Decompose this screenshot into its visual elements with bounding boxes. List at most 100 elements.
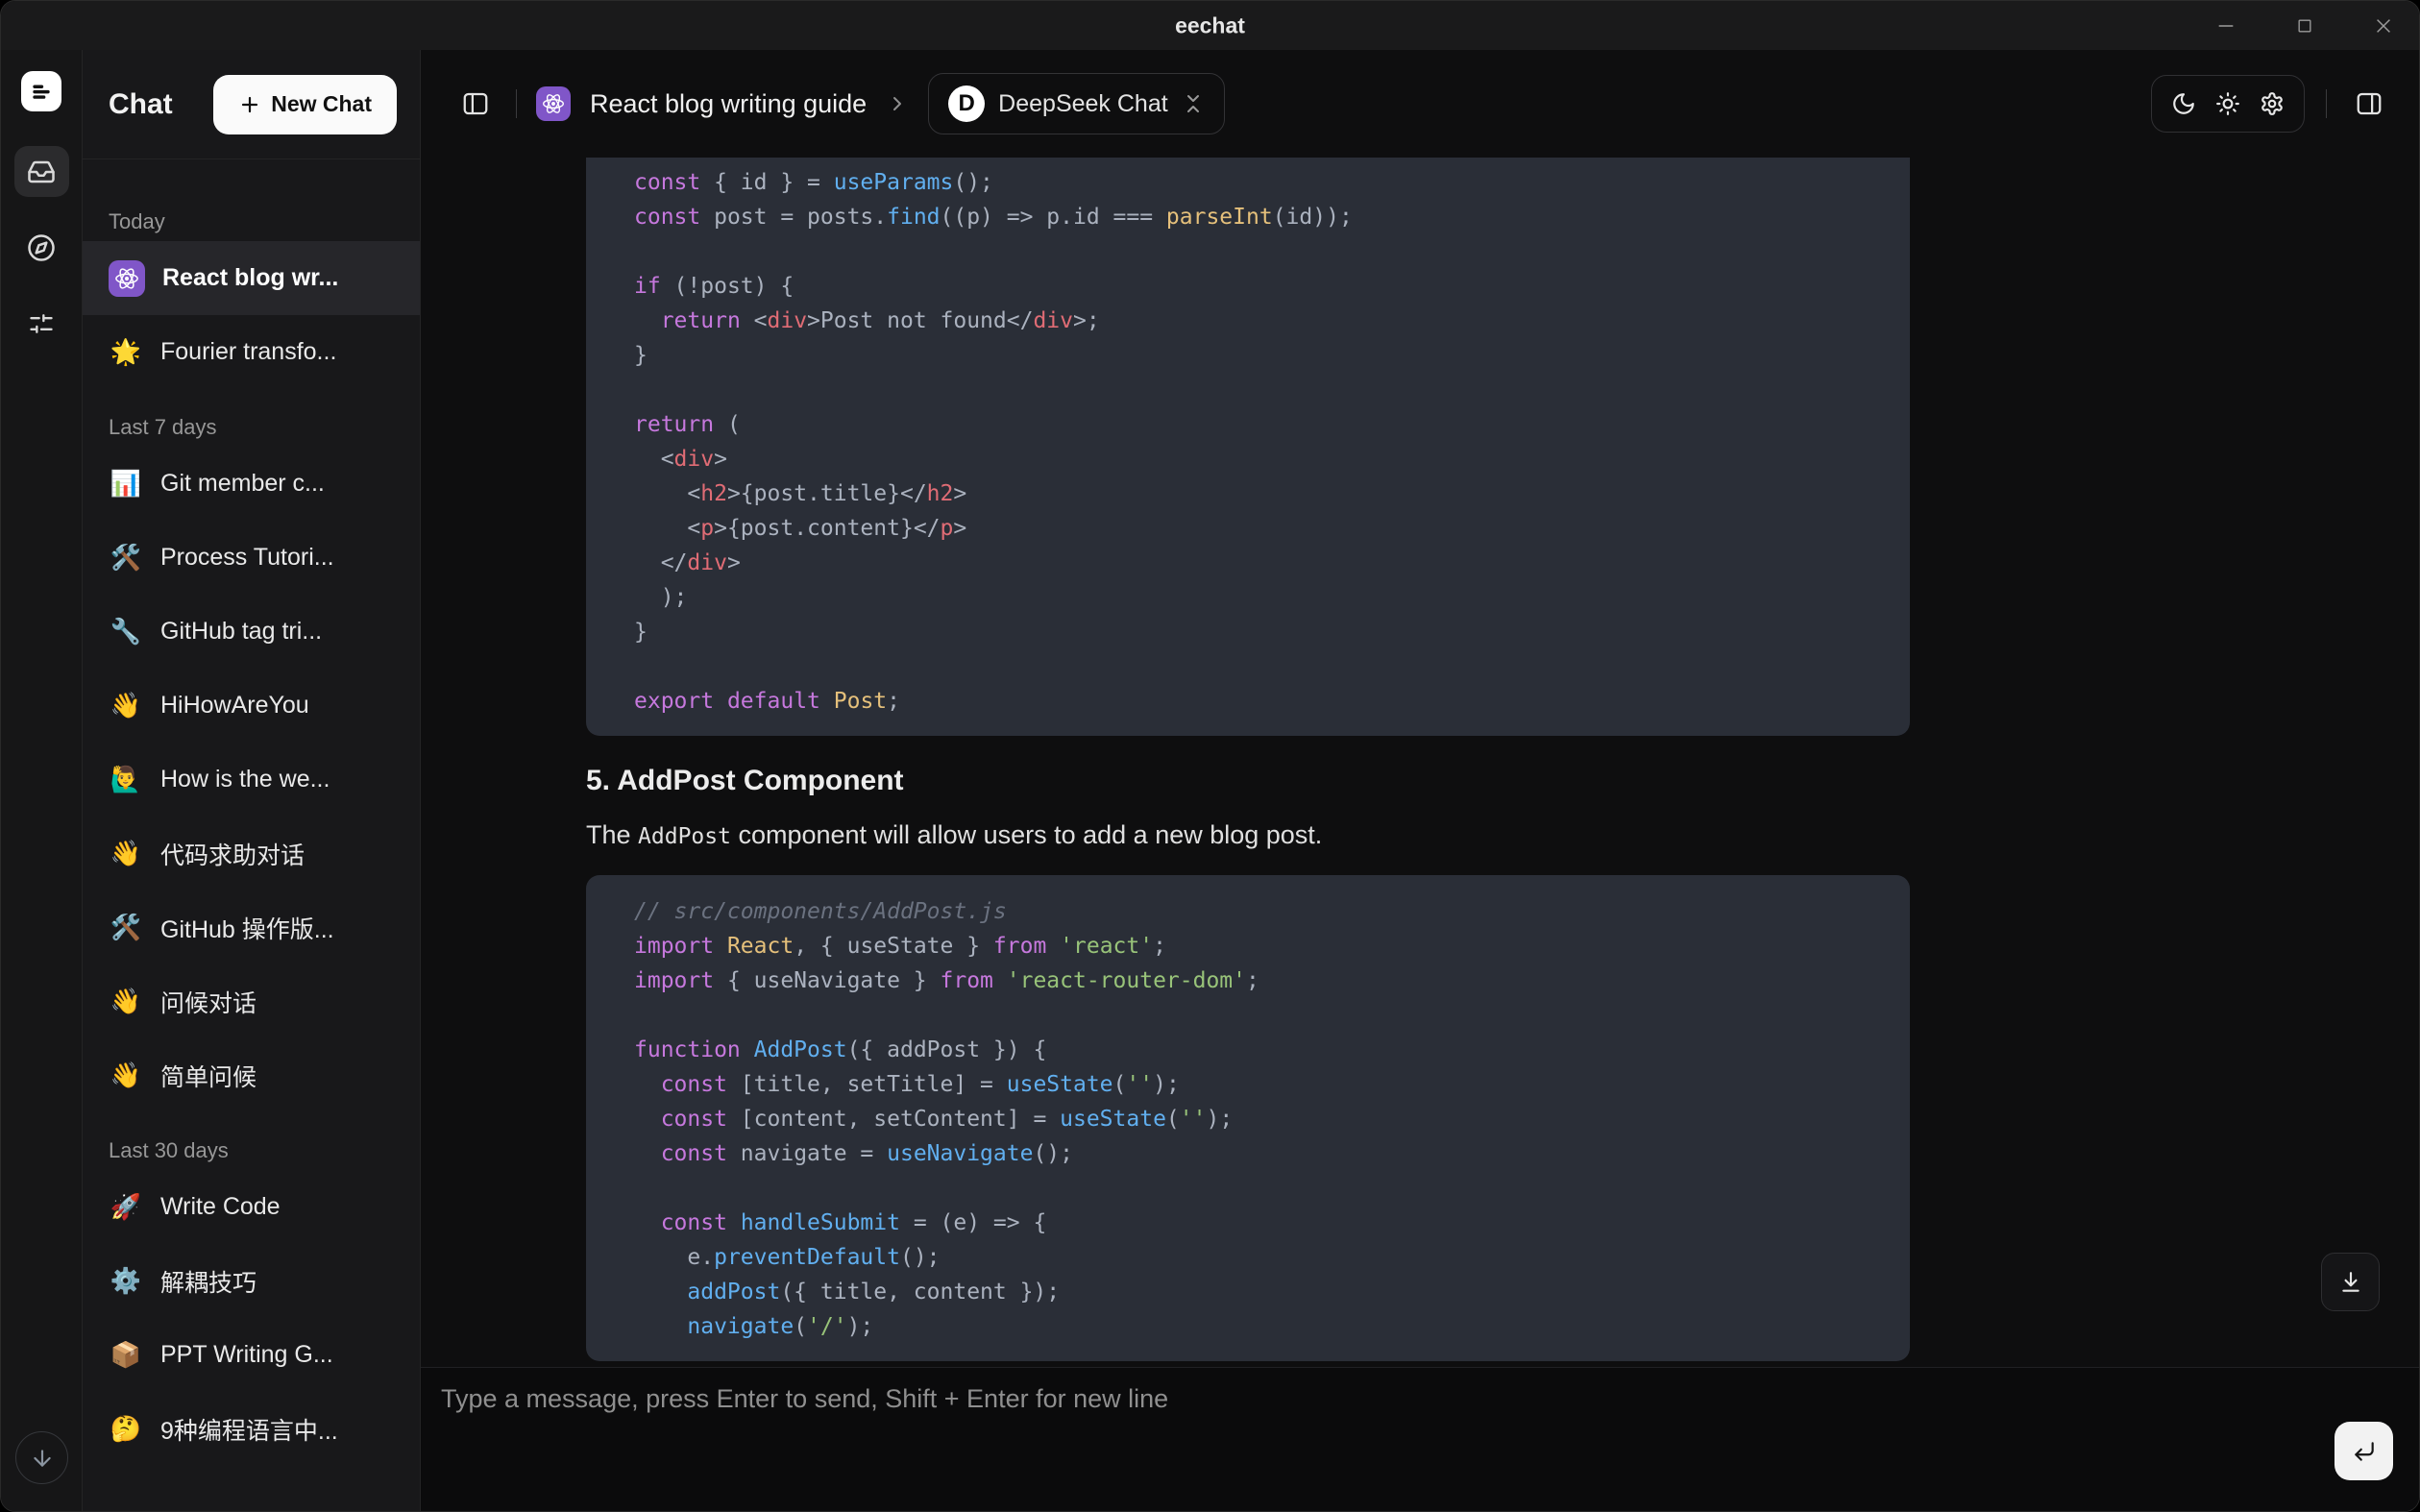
chat-item-label: GitHub tag tri... bbox=[160, 618, 322, 646]
chat-item-label: Git member c... bbox=[160, 470, 325, 498]
assistant-message: const { id } = useParams();const post = … bbox=[586, 158, 1910, 1361]
light-mode-button[interactable] bbox=[2206, 82, 2250, 126]
chat-item-decoupling[interactable]: ⚙️ 解耦技巧 bbox=[83, 1244, 420, 1318]
close-icon bbox=[2373, 15, 2394, 37]
message-input[interactable] bbox=[441, 1381, 2266, 1495]
app-body: Chat New Chat Today React blog wr... 🌟 F… bbox=[1, 50, 2419, 1511]
chevrons-down-up-icon bbox=[1182, 92, 1205, 115]
main-panel: React blog writing guide D DeepSeek Chat bbox=[421, 50, 2419, 1511]
chat-item-emoji: ⚙️ bbox=[109, 1266, 143, 1296]
model-name: DeepSeek Chat bbox=[998, 90, 1168, 118]
chat-item-label: React blog wr... bbox=[162, 264, 338, 292]
chat-item-process-tutorial[interactable]: 🛠️ Process Tutori... bbox=[83, 521, 420, 595]
chat-item-9-languages[interactable]: 🤔 9种编程语言中... bbox=[83, 1392, 420, 1466]
header-divider bbox=[2326, 89, 2327, 118]
message-scroll-area[interactable]: const { id } = useParams();const post = … bbox=[421, 158, 2419, 1367]
send-button[interactable] bbox=[2334, 1422, 2393, 1480]
arrow-down-icon bbox=[30, 1446, 55, 1471]
chat-item-emoji: 🙋‍♂️ bbox=[109, 765, 143, 794]
chat-item-label: PPT Writing G... bbox=[160, 1341, 333, 1369]
chat-item-greeting-chat[interactable]: 👋 问候对话 bbox=[83, 964, 420, 1038]
gear-icon bbox=[2260, 91, 2285, 116]
section-label-last-30-days: Last 30 days bbox=[83, 1132, 420, 1170]
chat-item-emoji: 🛠️ bbox=[109, 543, 143, 573]
inline-code: AddPost bbox=[638, 824, 731, 849]
sidebar-header: Chat New Chat bbox=[83, 50, 420, 159]
breadcrumb: React blog writing guide D DeepSeek Chat bbox=[454, 73, 1225, 134]
chat-item-ppt-writing[interactable]: 📦 PPT Writing G... bbox=[83, 1318, 420, 1392]
theme-toggle-group bbox=[2151, 75, 2305, 133]
scroll-to-bottom-button[interactable] bbox=[2321, 1253, 2380, 1311]
chat-item-simple-greeting[interactable]: 👋 简单问候 bbox=[83, 1038, 420, 1112]
moon-icon bbox=[2171, 91, 2196, 116]
section-label-last-7-days: Last 7 days bbox=[83, 408, 420, 447]
chat-item-react-blog[interactable]: React blog wr... bbox=[83, 241, 420, 315]
close-button[interactable] bbox=[2365, 8, 2402, 44]
chat-item-label: Fourier transfo... bbox=[160, 338, 336, 366]
model-selector[interactable]: D DeepSeek Chat bbox=[928, 73, 1225, 134]
compass-icon bbox=[27, 233, 56, 262]
settings-button[interactable] bbox=[2250, 82, 2294, 126]
maximize-icon bbox=[2295, 16, 2314, 36]
chat-item-hihowareyou[interactable]: 👋 HiHowAreYou bbox=[83, 669, 420, 743]
chat-item-emoji: 📊 bbox=[109, 469, 143, 499]
enter-icon bbox=[2352, 1439, 2377, 1464]
toggle-sidebar-button[interactable] bbox=[454, 83, 497, 125]
app-logo-button[interactable] bbox=[21, 71, 61, 111]
app-window: eechat bbox=[0, 0, 2420, 1512]
chat-item-emoji: 👋 bbox=[109, 987, 143, 1016]
new-chat-label: New Chat bbox=[271, 91, 372, 117]
nav-rail bbox=[1, 50, 83, 1511]
sliders-icon bbox=[28, 310, 55, 337]
chat-item-label: Write Code bbox=[160, 1193, 281, 1221]
chat-item-label: 问候对话 bbox=[160, 985, 257, 1019]
section-label-today: Today bbox=[83, 203, 420, 241]
panel-left-icon bbox=[461, 89, 490, 118]
chat-item-how-is-the-we[interactable]: 🙋‍♂️ How is the we... bbox=[83, 743, 420, 817]
plus-icon bbox=[238, 93, 261, 116]
chat-title: React blog writing guide bbox=[590, 89, 867, 119]
app-logo-icon bbox=[29, 79, 54, 104]
code-block-post-component: const { id } = useParams();const post = … bbox=[586, 158, 1910, 736]
chat-item-fourier[interactable]: 🌟 Fourier transfo... bbox=[83, 315, 420, 389]
arrow-down-to-line-icon bbox=[2338, 1270, 2363, 1295]
inbox-icon bbox=[27, 158, 56, 186]
chat-history-list: Today React blog wr... 🌟 Fourier transfo… bbox=[83, 159, 420, 1511]
nav-discover-button[interactable] bbox=[14, 222, 69, 273]
chat-item-label: 9种编程语言中... bbox=[160, 1412, 338, 1447]
react-atom-icon bbox=[536, 86, 571, 121]
window-title: eechat bbox=[1175, 12, 1245, 38]
sun-icon bbox=[2215, 91, 2240, 116]
composer bbox=[421, 1367, 2419, 1511]
chevron-right-icon bbox=[886, 92, 909, 115]
chat-item-emoji: 👋 bbox=[109, 1061, 143, 1090]
chat-item-label: How is the we... bbox=[160, 766, 330, 793]
dark-mode-button[interactable] bbox=[2162, 82, 2206, 126]
nav-settings-button[interactable] bbox=[14, 298, 69, 349]
chat-item-github-ops[interactable]: 🛠️ GitHub 操作版... bbox=[83, 890, 420, 964]
chat-item-emoji: 📦 bbox=[109, 1340, 143, 1370]
chat-item-github-tag[interactable]: 🔧 GitHub tag tri... bbox=[83, 595, 420, 669]
chat-item-emoji: 🌟 bbox=[109, 337, 143, 367]
chat-item-emoji: 🤔 bbox=[109, 1414, 143, 1444]
minimize-button[interactable] bbox=[2208, 8, 2244, 44]
maximize-button[interactable] bbox=[2286, 8, 2323, 44]
nav-chats-button[interactable] bbox=[14, 146, 69, 197]
panel-right-icon bbox=[2355, 89, 2383, 118]
new-chat-button[interactable]: New Chat bbox=[213, 75, 397, 134]
chat-item-code-help[interactable]: 👋 代码求助对话 bbox=[83, 817, 420, 890]
chat-item-emoji: 👋 bbox=[109, 839, 143, 868]
toggle-right-panel-button[interactable] bbox=[2348, 83, 2390, 125]
chat-header: React blog writing guide D DeepSeek Chat bbox=[421, 50, 2419, 158]
code-block-addpost-component: // src/components/AddPost.jsimport React… bbox=[586, 875, 1910, 1361]
chat-item-label: Process Tutori... bbox=[160, 544, 334, 572]
react-atom-icon bbox=[109, 260, 145, 297]
chat-item-emoji: 👋 bbox=[109, 691, 143, 720]
chat-item-label: HiHowAreYou bbox=[160, 692, 309, 719]
message-paragraph: The AddPost component will allow users t… bbox=[586, 820, 1910, 850]
chat-item-git-member[interactable]: 📊 Git member c... bbox=[83, 447, 420, 521]
chat-item-emoji: 🚀 bbox=[109, 1192, 143, 1222]
chat-item-write-code[interactable]: 🚀 Write Code bbox=[83, 1170, 420, 1244]
rail-scroll-down-button[interactable] bbox=[15, 1431, 68, 1484]
section-heading: 5. AddPost Component bbox=[586, 765, 1910, 797]
